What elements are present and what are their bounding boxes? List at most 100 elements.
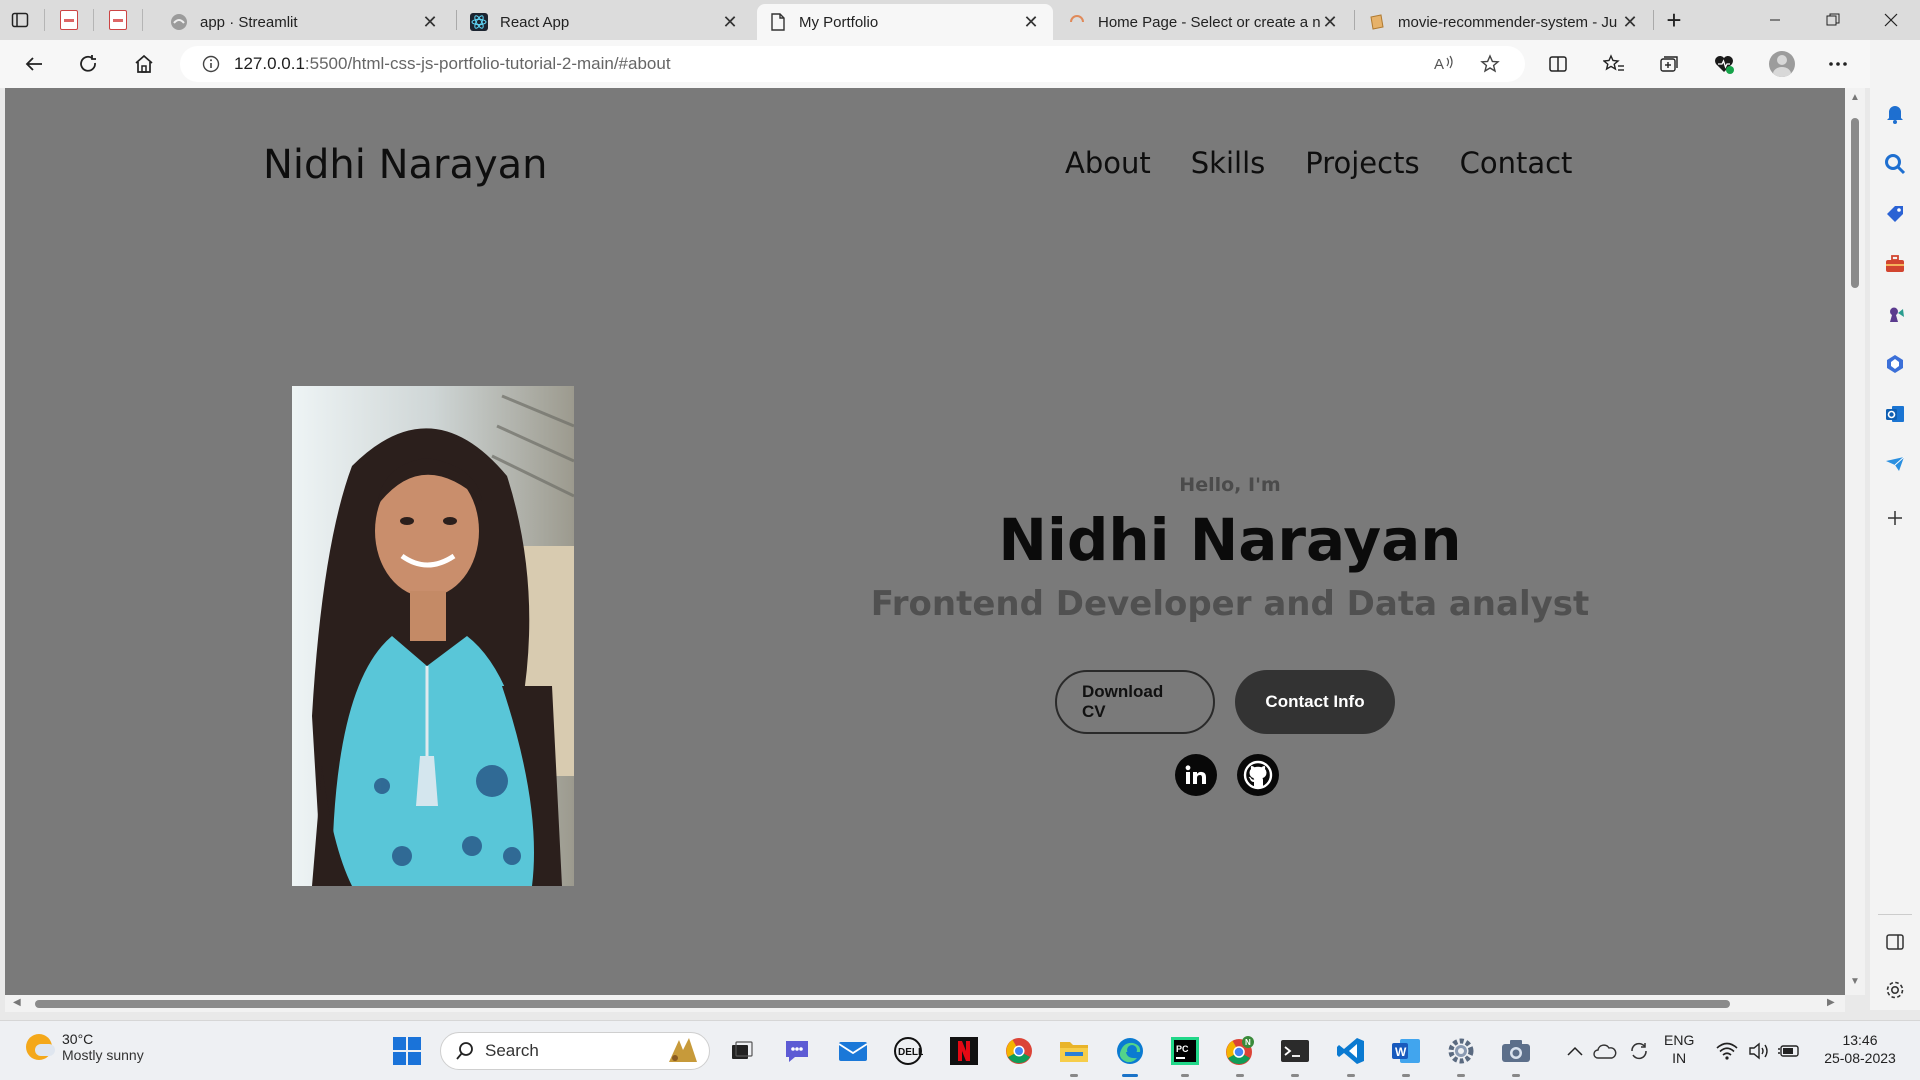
- back-button[interactable]: [14, 46, 54, 82]
- chrome-icon[interactable]: [999, 1031, 1039, 1071]
- site-info-icon[interactable]: [196, 55, 226, 73]
- home-button[interactable]: [124, 46, 164, 82]
- tab-actions-menu-icon[interactable]: [0, 0, 40, 40]
- microsoft-365-icon[interactable]: [1879, 348, 1911, 380]
- vscode-icon[interactable]: [1331, 1031, 1371, 1077]
- tab-my-portfolio[interactable]: My Portfolio ✕: [757, 4, 1053, 40]
- contact-info-button[interactable]: Contact Info: [1235, 670, 1395, 734]
- github-icon[interactable]: [1237, 754, 1279, 796]
- nav-link-projects[interactable]: Projects: [1305, 146, 1419, 180]
- nav-link-about[interactable]: About: [1065, 146, 1151, 180]
- settings-gear-icon[interactable]: [1441, 1031, 1481, 1077]
- pycharm-icon[interactable]: PC: [1165, 1031, 1205, 1077]
- scroll-left-arrow-icon[interactable]: ◀: [13, 997, 21, 1008]
- scroll-down-arrow-icon[interactable]: ▼: [1850, 976, 1860, 987]
- favorites-icon[interactable]: [1594, 46, 1634, 82]
- read-aloud-icon[interactable]: A: [1426, 46, 1462, 82]
- address-bar[interactable]: 127.0.0.1:5500/html-css-js-portfolio-tut…: [180, 46, 1525, 82]
- download-cv-button[interactable]: Download CV: [1055, 670, 1215, 734]
- site-logo[interactable]: Nidhi Narayan: [263, 142, 548, 188]
- scroll-up-arrow-icon[interactable]: ▲: [1850, 92, 1860, 103]
- tab-home-page[interactable]: Home Page - Select or create a n ✕: [1056, 4, 1352, 40]
- show-hidden-icons-chevron-icon[interactable]: [1560, 1031, 1590, 1071]
- camera-icon[interactable]: [1496, 1031, 1536, 1077]
- svg-text:N: N: [1245, 1038, 1251, 1047]
- horizontal-scroll-thumb[interactable]: [35, 1000, 1730, 1008]
- svg-text:DELL: DELL: [898, 1047, 923, 1058]
- tools-briefcase-icon[interactable]: [1879, 248, 1911, 280]
- address-bar-row: 127.0.0.1:5500/html-css-js-portfolio-tut…: [0, 40, 1920, 88]
- task-view-icon[interactable]: [722, 1031, 762, 1071]
- new-tab-button[interactable]: +: [1658, 4, 1690, 36]
- games-chess-icon[interactable]: [1879, 298, 1911, 330]
- running-indicator: [1181, 1074, 1189, 1077]
- battery-icon[interactable]: [1774, 1031, 1804, 1071]
- running-indicator: [1291, 1074, 1299, 1077]
- pinned-pdf-tab-2[interactable]: [98, 0, 138, 40]
- horizontal-scrollbar[interactable]: ◀ ▶: [5, 995, 1845, 1012]
- browser-essentials-icon[interactable]: [1704, 46, 1744, 82]
- volume-icon[interactable]: [1744, 1031, 1774, 1071]
- language-indicator[interactable]: ENG IN: [1664, 1031, 1694, 1067]
- language-code: ENG: [1664, 1032, 1695, 1048]
- svg-text:A: A: [1434, 56, 1444, 73]
- tab-separator: [142, 9, 143, 31]
- shopping-tag-icon[interactable]: [1879, 198, 1911, 230]
- chrome-profile-icon[interactable]: N: [1220, 1031, 1260, 1077]
- add-sidebar-app-icon[interactable]: [1879, 502, 1911, 534]
- search-sidebar-icon[interactable]: [1879, 148, 1911, 180]
- profile-avatar[interactable]: [1762, 46, 1802, 82]
- mail-icon[interactable]: [833, 1031, 873, 1071]
- file-explorer-icon[interactable]: [1054, 1031, 1094, 1077]
- netflix-icon[interactable]: [944, 1031, 984, 1071]
- tab-divider: [456, 10, 457, 30]
- nav-link-contact[interactable]: Contact: [1460, 146, 1573, 180]
- restore-button[interactable]: [1804, 0, 1862, 40]
- collections-icon[interactable]: [1650, 46, 1690, 82]
- favorite-star-icon[interactable]: [1472, 46, 1508, 82]
- notifications-bell-icon[interactable]: [1879, 98, 1911, 130]
- linkedin-icon[interactable]: [1175, 754, 1217, 796]
- teams-chat-icon[interactable]: [777, 1031, 817, 1071]
- minimize-button[interactable]: [1746, 0, 1804, 40]
- dell-icon[interactable]: DELL: [888, 1031, 928, 1071]
- scroll-right-arrow-icon[interactable]: ▶: [1827, 997, 1835, 1008]
- send-drop-icon[interactable]: [1879, 448, 1911, 480]
- region-code: IN: [1672, 1050, 1687, 1066]
- close-window-button[interactable]: [1862, 0, 1920, 40]
- nav-link-skills[interactable]: Skills: [1191, 146, 1265, 180]
- weather-widget[interactable]: 30°C Mostly sunny: [26, 1031, 144, 1063]
- onedrive-cloud-icon[interactable]: [1590, 1031, 1620, 1071]
- tab-movie-recommender[interactable]: movie-recommender-system - Ju ✕: [1356, 4, 1652, 40]
- refresh-button[interactable]: [69, 46, 109, 82]
- taskbar-search[interactable]: Search: [440, 1032, 710, 1070]
- close-tab-icon[interactable]: ✕: [420, 12, 440, 33]
- tab-title: React App: [500, 13, 570, 31]
- start-windows-icon[interactable]: [387, 1031, 427, 1071]
- vertical-scroll-thumb[interactable]: [1851, 118, 1859, 288]
- outlook-icon[interactable]: [1879, 398, 1911, 430]
- wifi-icon[interactable]: [1712, 1031, 1742, 1071]
- settings-more-icon[interactable]: [1818, 46, 1858, 82]
- hero-name: Nidhi Narayan: [998, 506, 1462, 574]
- pinned-pdf-tab-1[interactable]: [49, 0, 89, 40]
- profile-photo: [292, 386, 574, 886]
- sidebar-settings-gear-icon[interactable]: [1879, 974, 1911, 1006]
- sync-icon[interactable]: [1624, 1031, 1654, 1071]
- close-tab-icon[interactable]: ✕: [1620, 12, 1640, 33]
- url-host: 127.0.0.1: [234, 54, 305, 73]
- terminal-icon[interactable]: [1275, 1031, 1315, 1077]
- close-tab-icon[interactable]: ✕: [1320, 12, 1340, 33]
- word-icon[interactable]: W: [1386, 1031, 1426, 1077]
- tab-streamlit[interactable]: app · Streamlit ✕: [158, 4, 452, 40]
- tab-react-app[interactable]: React App ✕: [458, 4, 752, 40]
- sidebar-divider: [1878, 914, 1912, 915]
- edge-icon[interactable]: [1110, 1031, 1150, 1077]
- hero-text: Hello, I'm Nidhi Narayan Frontend Develo…: [845, 474, 1615, 624]
- close-tab-icon[interactable]: ✕: [1021, 12, 1041, 33]
- vertical-scrollbar[interactable]: ▲ ▼: [1845, 88, 1865, 995]
- close-tab-icon[interactable]: ✕: [720, 12, 740, 33]
- clock[interactable]: 13:46 25-08-2023: [1818, 1031, 1902, 1067]
- hide-sidebar-icon[interactable]: [1879, 926, 1911, 958]
- split-screen-icon[interactable]: [1538, 46, 1578, 82]
